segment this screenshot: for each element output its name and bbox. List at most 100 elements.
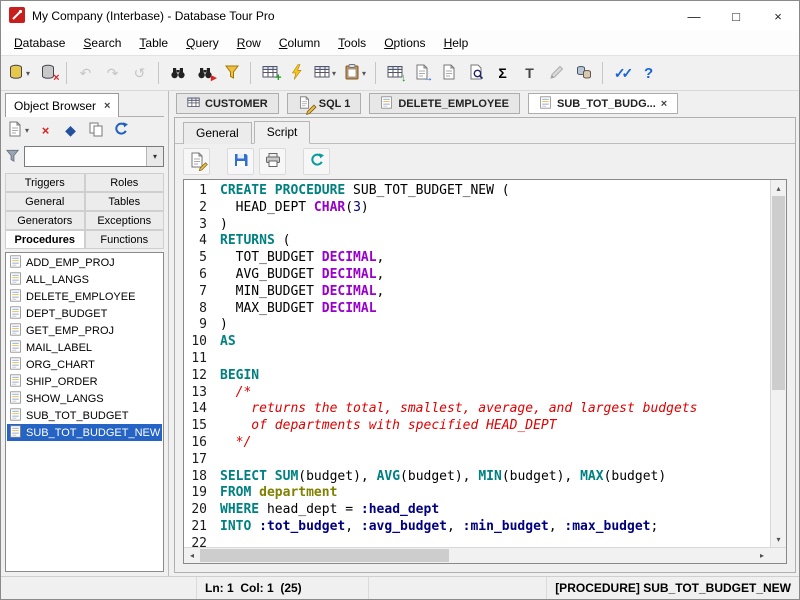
close-database-button[interactable]: × bbox=[35, 60, 60, 87]
procedure-item-sub-tot-budget-new[interactable]: SUB_TOT_BUDGET_NEW bbox=[7, 424, 162, 441]
forward-button[interactable]: ↷ bbox=[100, 60, 125, 87]
close-button[interactable]: × bbox=[757, 1, 799, 31]
dropdown-arrow-icon[interactable]: ▾ bbox=[332, 69, 336, 78]
refresh-script-button[interactable] bbox=[303, 148, 330, 175]
procedure-item-sub-tot-budget[interactable]: SUB_TOT_BUDGET bbox=[7, 407, 162, 424]
filter-records-button[interactable] bbox=[219, 60, 244, 87]
print-script-button[interactable] bbox=[259, 148, 286, 175]
add-table-button[interactable]: + bbox=[257, 60, 282, 87]
tab-delete-employee[interactable]: DELETE_EMPLOYEE bbox=[369, 93, 520, 114]
copy-data-button[interactable]: ▾ bbox=[341, 60, 369, 87]
menu-row[interactable]: Row bbox=[228, 33, 270, 53]
refresh-objects-button[interactable] bbox=[110, 119, 131, 142]
procedure-item-delete-employee[interactable]: DELETE_EMPLOYEE bbox=[7, 288, 162, 305]
cursor-position: Ln: 1 Col: 1 (25) bbox=[197, 577, 369, 599]
category-tab-roles[interactable]: Roles bbox=[85, 173, 165, 192]
code-text: RETURNS ( bbox=[220, 233, 290, 250]
scrollbar-corner bbox=[770, 548, 786, 564]
text-viewer-button[interactable]: T bbox=[517, 60, 542, 87]
menu-search[interactable]: Search bbox=[74, 33, 130, 53]
copy-object-button[interactable] bbox=[85, 119, 106, 142]
tab-script[interactable]: Script bbox=[254, 121, 311, 144]
object-dependencies-button[interactable]: ◆ bbox=[60, 119, 81, 142]
filter-combobox[interactable]: ▾ bbox=[24, 146, 164, 167]
combo-dropdown-icon[interactable]: ▾ bbox=[146, 147, 163, 166]
category-tab-functions[interactable]: Functions bbox=[85, 230, 165, 249]
procedure-item-show-langs[interactable]: SHOW_LANGS bbox=[7, 390, 162, 407]
maximize-button[interactable]: □ bbox=[715, 1, 757, 31]
toolbar-separator bbox=[375, 62, 376, 84]
menu-tools[interactable]: Tools bbox=[329, 33, 375, 53]
category-tab-exceptions[interactable]: Exceptions bbox=[85, 211, 165, 230]
category-tab-triggers[interactable]: Triggers bbox=[5, 173, 85, 192]
horizontal-scrollbar[interactable]: ◂ ▸ bbox=[184, 547, 786, 563]
object-browser-tab[interactable]: Object Browser × bbox=[5, 93, 119, 117]
print-preview-button[interactable] bbox=[463, 60, 488, 87]
back-button[interactable]: ↶ bbox=[73, 60, 98, 87]
aggregate-sum-button[interactable]: Σ bbox=[490, 60, 515, 87]
procedure-item-dept-budget[interactable]: DEPT_BUDGET bbox=[7, 305, 162, 322]
toolbar-separator bbox=[66, 62, 67, 84]
procedure-item-label: SUB_TOT_BUDGET_NEW bbox=[26, 427, 160, 439]
code-text: WHERE head_dept = :head_dept bbox=[220, 502, 439, 519]
menu-column[interactable]: Column bbox=[270, 33, 329, 53]
code-text: FROM department bbox=[220, 485, 337, 502]
menu-database[interactable]: Database bbox=[5, 33, 74, 53]
save-script-button[interactable] bbox=[227, 148, 254, 175]
export-data-button[interactable]: → bbox=[409, 60, 434, 87]
edit-script-button[interactable] bbox=[183, 148, 210, 175]
close-tab-icon[interactable]: × bbox=[661, 98, 667, 110]
procedure-item-all-langs[interactable]: ALL_LANGS bbox=[7, 271, 162, 288]
horizontal-scroll-track[interactable] bbox=[200, 548, 754, 563]
dropdown-arrow-icon[interactable]: ▾ bbox=[26, 69, 30, 78]
import-data-button[interactable]: ↓ bbox=[382, 60, 407, 87]
check-data-button[interactable]: ✓✓ bbox=[609, 60, 634, 87]
procedure-item-add-emp-proj[interactable]: ADD_EMP_PROJ bbox=[7, 254, 162, 271]
new-object-button[interactable]: ▾ bbox=[5, 119, 31, 142]
tab-sub-tot-budg[interactable]: SUB_TOT_BUDG...× bbox=[528, 93, 678, 114]
dropdown-arrow-icon[interactable]: ▾ bbox=[25, 126, 29, 135]
procedure-item-mail-label[interactable]: MAIL_LABEL bbox=[7, 339, 162, 356]
vertical-scroll-thumb[interactable] bbox=[772, 196, 785, 390]
horizontal-scroll-thumb[interactable] bbox=[200, 549, 449, 562]
open-database-button[interactable]: ▾ bbox=[5, 60, 33, 87]
vertical-scroll-track[interactable] bbox=[771, 196, 786, 531]
category-tab-general[interactable]: General bbox=[5, 192, 85, 211]
dropdown-arrow-icon[interactable]: ▾ bbox=[362, 69, 366, 78]
scroll-left-icon[interactable]: ◂ bbox=[184, 548, 200, 564]
scroll-up-icon[interactable]: ▴ bbox=[771, 180, 787, 196]
find-button[interactable] bbox=[165, 60, 190, 87]
close-object-browser-icon[interactable]: × bbox=[104, 100, 110, 112]
find-highlight-button[interactable]: ▸ bbox=[192, 60, 217, 87]
help-button[interactable]: ? bbox=[636, 60, 661, 87]
vertical-scrollbar[interactable]: ▴ ▾ bbox=[770, 180, 786, 547]
table-view-button[interactable]: ▾ bbox=[311, 60, 339, 87]
category-tab-tables[interactable]: Tables bbox=[85, 192, 165, 211]
tab-customer[interactable]: CUSTOMER bbox=[176, 93, 279, 114]
undo-button[interactable]: ↺ bbox=[127, 60, 152, 87]
object-browser-tab-row: Object Browser × bbox=[5, 91, 164, 117]
delete-object-button[interactable]: × bbox=[35, 119, 56, 142]
tab-general[interactable]: General bbox=[183, 122, 252, 144]
scroll-right-icon[interactable]: ▸ bbox=[754, 548, 770, 564]
code-editor-view[interactable]: 1CREATE PROCEDURE SUB_TOT_BUDGET_NEW (2 … bbox=[184, 180, 770, 547]
filter-icon[interactable] bbox=[5, 148, 20, 166]
procedure-icon bbox=[9, 306, 22, 322]
menu-help[interactable]: Help bbox=[435, 33, 478, 53]
menu-query[interactable]: Query bbox=[177, 33, 228, 53]
edit-data-button[interactable] bbox=[544, 60, 569, 87]
menu-table[interactable]: Table bbox=[130, 33, 177, 53]
category-tab-generators[interactable]: Generators bbox=[5, 211, 85, 230]
menu-options[interactable]: Options bbox=[375, 33, 434, 53]
minimize-button[interactable]: — bbox=[673, 1, 715, 31]
tab-sql-1[interactable]: SQL 1 bbox=[287, 93, 362, 114]
procedure-item-org-chart[interactable]: ORG_CHART bbox=[7, 356, 162, 373]
code-text: ) bbox=[220, 317, 228, 334]
category-tab-procedures[interactable]: Procedures bbox=[5, 230, 85, 249]
db-objects-button[interactable] bbox=[571, 60, 596, 87]
print-data-button[interactable] bbox=[436, 60, 461, 87]
procedure-item-get-emp-proj[interactable]: GET_EMP_PROJ bbox=[7, 322, 162, 339]
scroll-down-icon[interactable]: ▾ bbox=[771, 531, 787, 547]
execute-script-button[interactable] bbox=[284, 60, 309, 87]
procedure-item-ship-order[interactable]: SHIP_ORDER bbox=[7, 373, 162, 390]
